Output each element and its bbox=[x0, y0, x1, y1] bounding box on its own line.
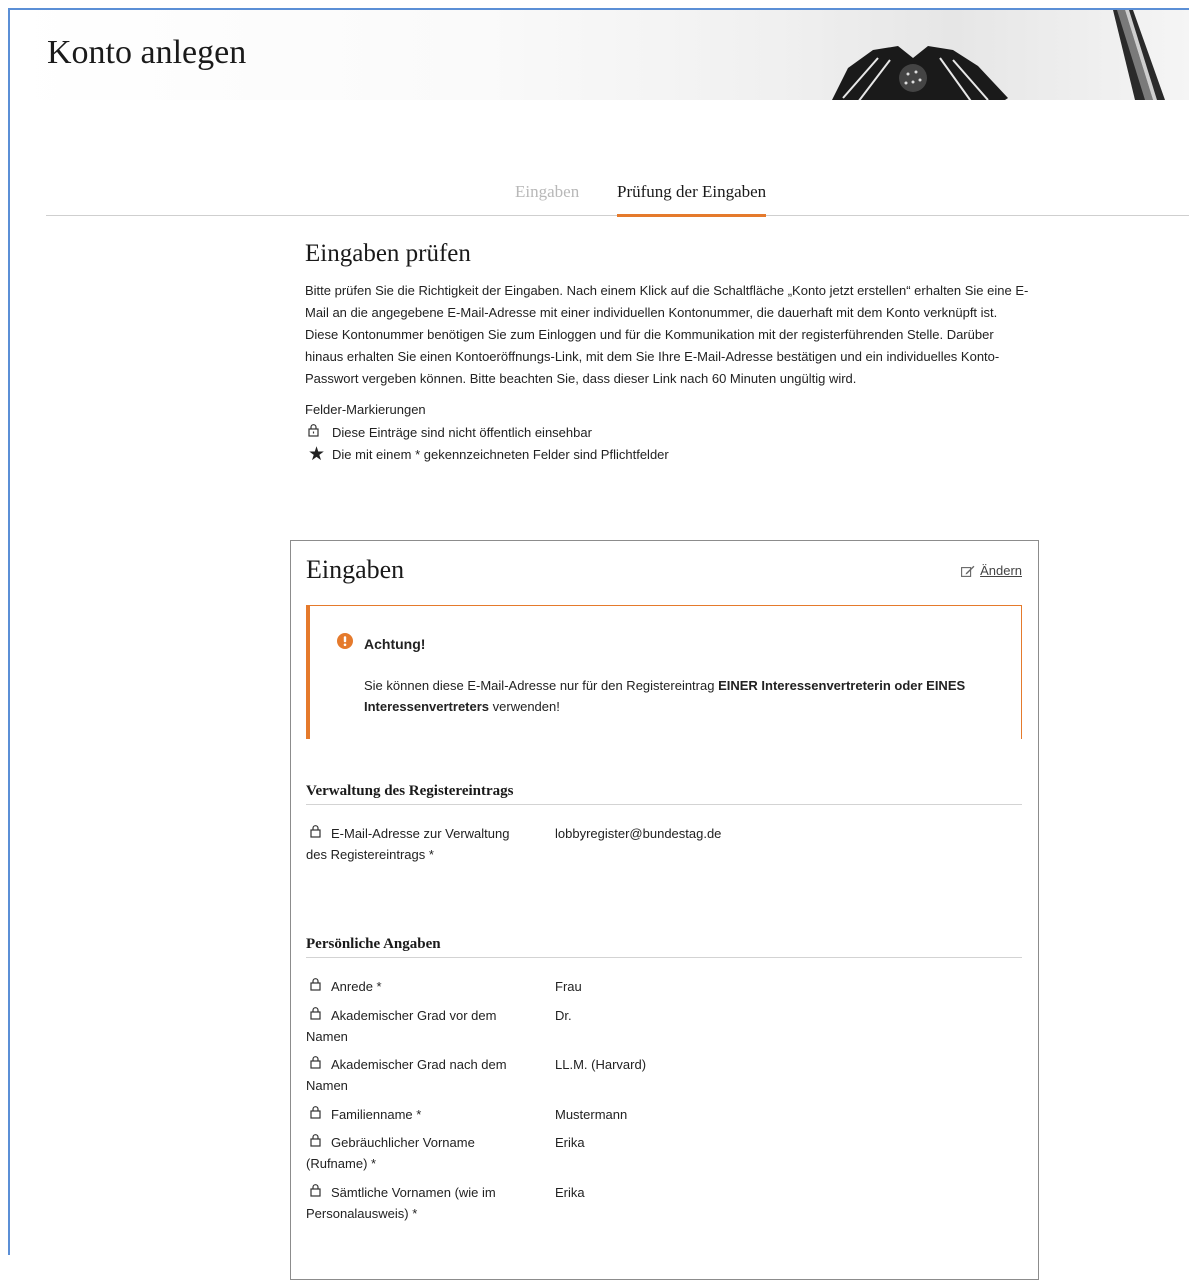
field-label-text: Akademischer Grad nach dem Namen bbox=[306, 1057, 507, 1093]
field-label: E-Mail-Adresse zur Verwaltung des Regist… bbox=[306, 823, 531, 865]
pen-image bbox=[1113, 10, 1165, 100]
group-title-verwaltung: Verwaltung des Registereintrags bbox=[306, 783, 1022, 805]
field-value: lobbyregister@bundestag.de bbox=[555, 826, 722, 841]
field-label-text: Anrede * bbox=[331, 979, 382, 994]
marker-required: ★ Die mit einem * gekennzeichneten Felde… bbox=[305, 443, 1035, 465]
group-title-persoenlich: Persönliche Angaben bbox=[306, 936, 1022, 958]
edit-link[interactable]: Ändern bbox=[961, 563, 1022, 578]
field-label-text: Akademischer Grad vor dem Namen bbox=[306, 1008, 497, 1044]
field-value: Erika bbox=[555, 1185, 585, 1200]
alert-title: Achtung! bbox=[364, 636, 426, 652]
warning-alert: Achtung! Sie können diese E-Mail-Adresse… bbox=[306, 605, 1022, 739]
alert-text-part: verwenden! bbox=[489, 699, 560, 714]
field-label-text: E-Mail-Adresse zur Verwaltung des Regist… bbox=[306, 826, 510, 862]
field-label: Anrede * bbox=[306, 976, 531, 997]
alert-text-part: Sie können diese E-Mail-Adresse nur für … bbox=[364, 678, 719, 693]
field-value: Erika bbox=[555, 1135, 585, 1150]
lock-icon bbox=[310, 1054, 324, 1075]
card-title: Eingaben bbox=[306, 555, 405, 584]
field-value: LL.M. (Harvard) bbox=[555, 1057, 647, 1072]
lock-icon bbox=[310, 1104, 324, 1125]
field-label: Sämtliche Vornamen (wie im Personalauswe… bbox=[306, 1182, 531, 1224]
field-value: Mustermann bbox=[555, 1107, 628, 1122]
lock-icon bbox=[310, 1132, 324, 1153]
field-label: Akademischer Grad nach dem Namen bbox=[306, 1054, 531, 1096]
page-title: Konto anlegen bbox=[47, 34, 247, 71]
lock-icon bbox=[310, 1005, 324, 1026]
field-label-text: Gebräuchlicher Vorname (Rufname) * bbox=[306, 1135, 475, 1171]
field-value: Dr. bbox=[555, 1008, 572, 1023]
review-intro: Eingaben prüfen Bitte prüfen Sie die Ric… bbox=[305, 240, 1035, 465]
field-label-text: Sämtliche Vornamen (wie im Personalauswe… bbox=[306, 1185, 496, 1221]
field-label: Akademischer Grad vor dem Namen bbox=[306, 1005, 531, 1047]
lock-icon bbox=[308, 424, 322, 440]
lock-icon bbox=[310, 823, 324, 844]
field-value: Frau bbox=[555, 979, 582, 994]
markers-title: Felder-Markierungen bbox=[305, 402, 426, 417]
alert-text: Sie können diese E-Mail-Adresse nur für … bbox=[364, 675, 984, 717]
asterisk-icon: ★ bbox=[308, 443, 326, 465]
lock-icon bbox=[310, 976, 324, 997]
step-tabs: Eingaben Prüfung der Eingaben bbox=[46, 174, 1189, 217]
edit-label: Ändern bbox=[980, 563, 1022, 578]
lock-icon bbox=[310, 1182, 324, 1203]
field-label-text: Familienname * bbox=[331, 1107, 422, 1122]
federal-eagle-logo bbox=[832, 46, 1008, 100]
edit-icon bbox=[961, 565, 975, 577]
tab-pruefung[interactable]: Prüfung der Eingaben bbox=[617, 182, 767, 217]
marker-required-label: Die mit einem * gekennzeichneten Felder … bbox=[332, 447, 669, 462]
section-title: Eingaben prüfen bbox=[305, 240, 471, 267]
tab-eingaben[interactable]: Eingaben bbox=[515, 182, 579, 202]
marker-private: Diese Einträge sind nicht öffentlich ein… bbox=[305, 424, 1035, 440]
page-header: Konto anlegen bbox=[10, 10, 1189, 100]
marker-private-label: Diese Einträge sind nicht öffentlich ein… bbox=[332, 424, 592, 440]
field-label: Gebräuchlicher Vorname (Rufname) * bbox=[306, 1132, 531, 1174]
field-label: Familienname * bbox=[306, 1104, 531, 1125]
intro-text: Bitte prüfen Sie die Richtigkeit der Ein… bbox=[305, 283, 1029, 386]
exclamation-circle-icon bbox=[337, 633, 353, 649]
entries-card: Eingaben Ändern Achtung! Sie können dies… bbox=[290, 540, 1039, 1280]
